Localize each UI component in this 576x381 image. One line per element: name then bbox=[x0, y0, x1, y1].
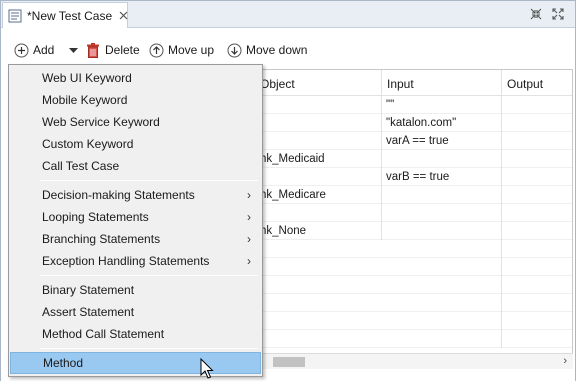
menu-item-web-ui-keyword[interactable]: Web UI Keyword bbox=[10, 67, 261, 89]
menu-separator bbox=[40, 180, 258, 181]
maximize-icon[interactable] bbox=[550, 6, 566, 22]
delete-button[interactable]: Delete bbox=[86, 41, 140, 59]
add-dropdown-menu: Web UI Keyword Mobile Keyword Web Servic… bbox=[8, 64, 263, 377]
submenu-arrow-icon: › bbox=[247, 254, 251, 268]
tab-title: *New Test Case bbox=[27, 8, 113, 23]
add-label: Add bbox=[33, 43, 55, 57]
test-case-icon bbox=[8, 9, 22, 23]
close-icon[interactable] bbox=[119, 11, 128, 21]
delete-label: Delete bbox=[105, 43, 140, 57]
menu-item-decision-making[interactable]: Decision-making Statements › bbox=[10, 184, 261, 206]
minimize-icon[interactable] bbox=[528, 6, 544, 22]
scroll-right-icon[interactable]: › bbox=[563, 355, 567, 367]
submenu-arrow-icon: › bbox=[247, 232, 251, 246]
trash-icon bbox=[86, 42, 101, 58]
submenu-arrow-icon: › bbox=[247, 188, 251, 202]
menu-separator bbox=[40, 275, 258, 276]
add-icon bbox=[14, 43, 29, 58]
move-up-label: Move up bbox=[168, 43, 215, 57]
toolbar: Add Delete Move up Move down bbox=[1, 29, 575, 69]
scrollbar-thumb[interactable] bbox=[273, 357, 305, 367]
menu-item-method[interactable]: Method bbox=[10, 352, 261, 374]
move-down-button[interactable]: Move down bbox=[227, 41, 307, 59]
menu-item-exception-handling[interactable]: Exception Handling Statements › bbox=[10, 250, 261, 272]
submenu-arrow-icon: › bbox=[247, 210, 251, 224]
menu-item-custom-keyword[interactable]: Custom Keyword bbox=[10, 133, 261, 155]
menu-item-call-test-case[interactable]: Call Test Case bbox=[10, 155, 261, 177]
mouse-cursor-icon bbox=[200, 357, 214, 380]
add-dropdown-arrow[interactable] bbox=[69, 41, 78, 59]
menu-item-mobile-keyword[interactable]: Mobile Keyword bbox=[10, 89, 261, 111]
menu-item-looping[interactable]: Looping Statements › bbox=[10, 206, 261, 228]
move-down-label: Move down bbox=[246, 43, 308, 57]
column-header-input[interactable]: Input bbox=[382, 70, 502, 96]
menu-item-branching[interactable]: Branching Statements › bbox=[10, 228, 261, 250]
tab-new-test-case[interactable]: *New Test Case bbox=[2, 2, 128, 28]
menu-item-method-call-statement[interactable]: Method Call Statement bbox=[10, 323, 261, 345]
arrow-up-icon bbox=[149, 43, 164, 58]
arrow-down-icon bbox=[227, 43, 242, 58]
menu-item-binary-statement[interactable]: Binary Statement bbox=[10, 279, 261, 301]
editor-tab-bar: *New Test Case bbox=[1, 1, 575, 28]
column-header-output[interactable]: Output bbox=[502, 70, 572, 96]
menu-separator bbox=[40, 348, 258, 349]
menu-item-web-service-keyword[interactable]: Web Service Keyword bbox=[10, 111, 261, 133]
add-button[interactable]: Add bbox=[14, 41, 54, 59]
menu-item-assert-statement[interactable]: Assert Statement bbox=[10, 301, 261, 323]
dropdown-arrow-icon bbox=[69, 43, 78, 57]
move-up-button[interactable]: Move up bbox=[149, 41, 214, 59]
